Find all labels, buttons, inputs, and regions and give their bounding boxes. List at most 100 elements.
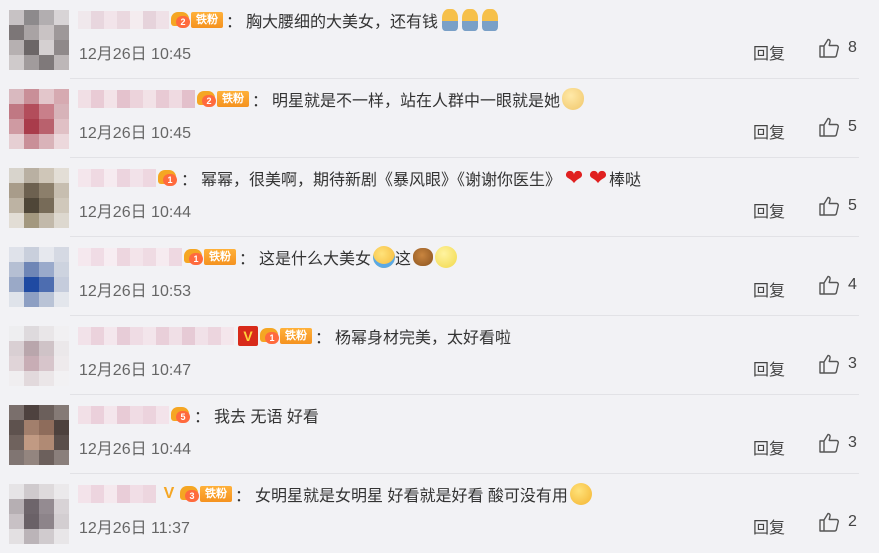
username-link[interactable] bbox=[78, 327, 234, 345]
crown-icon: 2 bbox=[171, 11, 191, 29]
username-link[interactable] bbox=[78, 248, 182, 266]
fan-level: 2 bbox=[176, 16, 190, 28]
comment-item: 1 铁粉：这是什么大美女 这 12月26日 10:53 回复 4 bbox=[0, 237, 879, 316]
reply-button[interactable]: 回复 bbox=[753, 435, 785, 459]
comment-line: V 3 铁粉：女明星就是女明星 好看就是好看 酸可没有用 bbox=[78, 480, 592, 508]
comment-line: 5 ：我去 无语 好看 bbox=[78, 401, 319, 429]
avatar[interactable] bbox=[9, 168, 69, 228]
comment-text: 女明星就是女明星 好看就是好看 酸可没有用 bbox=[255, 488, 568, 505]
colon: ： bbox=[252, 93, 269, 110]
reply-button[interactable]: 回复 bbox=[753, 198, 785, 222]
fan-level: 2 bbox=[202, 95, 216, 107]
avatar[interactable] bbox=[9, 247, 69, 307]
avatar[interactable] bbox=[9, 10, 69, 70]
like-button[interactable]: 8 bbox=[818, 38, 857, 58]
comment-time: 12月26日 11:37 bbox=[79, 520, 190, 537]
comment-time: 12月26日 10:44 bbox=[79, 441, 192, 458]
comment-text: 明星就是不一样，站在人群中一眼就是她 bbox=[272, 93, 561, 110]
comment-text: 胸大腰细的大美女，还有钱 bbox=[246, 14, 439, 31]
crown-icon: 5 bbox=[171, 406, 191, 424]
like-button[interactable]: 3 bbox=[818, 433, 857, 453]
fan-badge: 1 铁粉 bbox=[260, 327, 312, 345]
fan-tag: 铁粉 bbox=[200, 486, 232, 502]
avatar[interactable] bbox=[9, 89, 69, 149]
reply-button[interactable]: 回复 bbox=[753, 119, 785, 143]
comment-line: 2 铁粉：明星就是不一样，站在人群中一眼就是她 bbox=[78, 85, 585, 113]
colon: ： bbox=[181, 172, 198, 189]
reply-button[interactable]: 回复 bbox=[753, 40, 785, 64]
comment-item: 2 铁粉：明星就是不一样，站在人群中一眼就是她 12月26日 10:45 回复 5 bbox=[0, 79, 879, 158]
comment-text-tail: 这 bbox=[395, 251, 412, 268]
comment-text: 杨幂身材完美，太好看啦 bbox=[335, 330, 512, 347]
crown-icon: 3 bbox=[180, 485, 200, 503]
figure-emoji-icon bbox=[462, 9, 479, 31]
dog-emoji-icon bbox=[562, 88, 585, 110]
like-button[interactable]: 4 bbox=[818, 275, 857, 295]
thumbs-up-icon bbox=[819, 196, 839, 216]
fan-tag: 铁粉 bbox=[191, 12, 223, 28]
like-count: 3 bbox=[848, 434, 857, 451]
thumbs-up-icon bbox=[819, 512, 839, 532]
username-link[interactable] bbox=[78, 485, 156, 503]
fan-level: 1 bbox=[163, 174, 177, 186]
fan-tag: 铁粉 bbox=[204, 249, 236, 265]
fan-tag: 铁粉 bbox=[217, 91, 249, 107]
heart-emoji-icon: ❤ bbox=[564, 165, 584, 190]
comment-text-tail: 棒哒 bbox=[609, 172, 642, 189]
comment-time: 12月26日 10:45 bbox=[79, 46, 192, 63]
username-link[interactable] bbox=[78, 90, 195, 108]
figure-emoji-icon bbox=[482, 9, 499, 31]
thumbs-up-icon bbox=[819, 117, 839, 137]
comment-item: 1：幂幂，很美啊，期待新剧《暴风眼》《谢谢你医生》 ❤ ❤ 棒哒 12月26日 10:4… bbox=[0, 158, 879, 237]
colon: ： bbox=[226, 14, 243, 31]
thumbs-up-icon bbox=[819, 38, 839, 58]
colon: ： bbox=[235, 488, 252, 505]
fan-badge: 3 铁粉 bbox=[180, 485, 232, 503]
like-count: 5 bbox=[848, 118, 857, 135]
comment-item: V 3 铁粉：女明星就是女明星 好看就是好看 酸可没有用 12月26日 11:37 回复… bbox=[0, 474, 879, 553]
colon: ： bbox=[194, 409, 211, 426]
bear-emoji-icon bbox=[413, 248, 434, 266]
comment-list: 2 铁粉：胸大腰细的大美女，还有钱 12月26日 10:45 回复 8 2 铁粉：明星就是不… bbox=[0, 0, 879, 546]
reply-button[interactable]: 回复 bbox=[753, 514, 785, 538]
comment-line: 1：幂幂，很美啊，期待新剧《暴风眼》《谢谢你医生》 ❤ ❤ 棒哒 bbox=[78, 164, 641, 192]
fan-badge: 1 铁粉 bbox=[184, 248, 236, 266]
lemon-emoji-icon bbox=[435, 246, 458, 268]
comment-item: 5 ：我去 无语 好看 12月26日 10:44 回复 3 bbox=[0, 395, 879, 474]
comment-time: 12月26日 10:53 bbox=[79, 283, 192, 300]
reply-button[interactable]: 回复 bbox=[753, 277, 785, 301]
fan-badge: 2 铁粉 bbox=[171, 11, 223, 29]
fan-badge: 1 bbox=[158, 169, 178, 187]
crown-icon: 1 bbox=[158, 169, 178, 187]
thumbs-up-icon bbox=[819, 354, 839, 374]
fan-badge: 5 bbox=[171, 406, 191, 424]
thumbs-up-icon bbox=[819, 433, 839, 453]
like-count: 8 bbox=[848, 39, 857, 56]
crown-icon: 1 bbox=[184, 248, 204, 266]
crown-icon: 2 bbox=[197, 90, 217, 108]
fan-level: 5 bbox=[176, 411, 190, 423]
fan-badge: 2 铁粉 bbox=[197, 90, 249, 108]
avatar[interactable] bbox=[9, 484, 69, 544]
comment-text: 我去 无语 好看 bbox=[214, 409, 319, 426]
like-button[interactable]: 5 bbox=[818, 196, 857, 216]
fan-tag: 铁粉 bbox=[280, 328, 312, 344]
username-link[interactable] bbox=[78, 11, 169, 29]
username-link[interactable] bbox=[78, 169, 156, 187]
like-button[interactable]: 2 bbox=[818, 512, 857, 532]
comment-text: 幂幂，很美啊，期待新剧《暴风眼》《谢谢你医生》 bbox=[201, 172, 562, 189]
crown-icon: 1 bbox=[260, 327, 280, 345]
comment-item: 2 铁粉：胸大腰细的大美女，还有钱 12月26日 10:45 回复 8 bbox=[0, 0, 879, 79]
colon: ： bbox=[239, 251, 256, 268]
like-count: 5 bbox=[848, 197, 857, 214]
avatar[interactable] bbox=[9, 405, 69, 465]
comment-text: 这是什么大美女 bbox=[259, 251, 372, 268]
like-button[interactable]: 3 bbox=[818, 354, 857, 374]
fan-level: 1 bbox=[265, 332, 279, 344]
username-link[interactable] bbox=[78, 406, 169, 424]
avatar[interactable] bbox=[9, 326, 69, 386]
like-count: 2 bbox=[848, 513, 857, 530]
fan-level: 3 bbox=[185, 490, 199, 502]
reply-button[interactable]: 回复 bbox=[753, 356, 785, 380]
like-button[interactable]: 5 bbox=[818, 117, 857, 137]
